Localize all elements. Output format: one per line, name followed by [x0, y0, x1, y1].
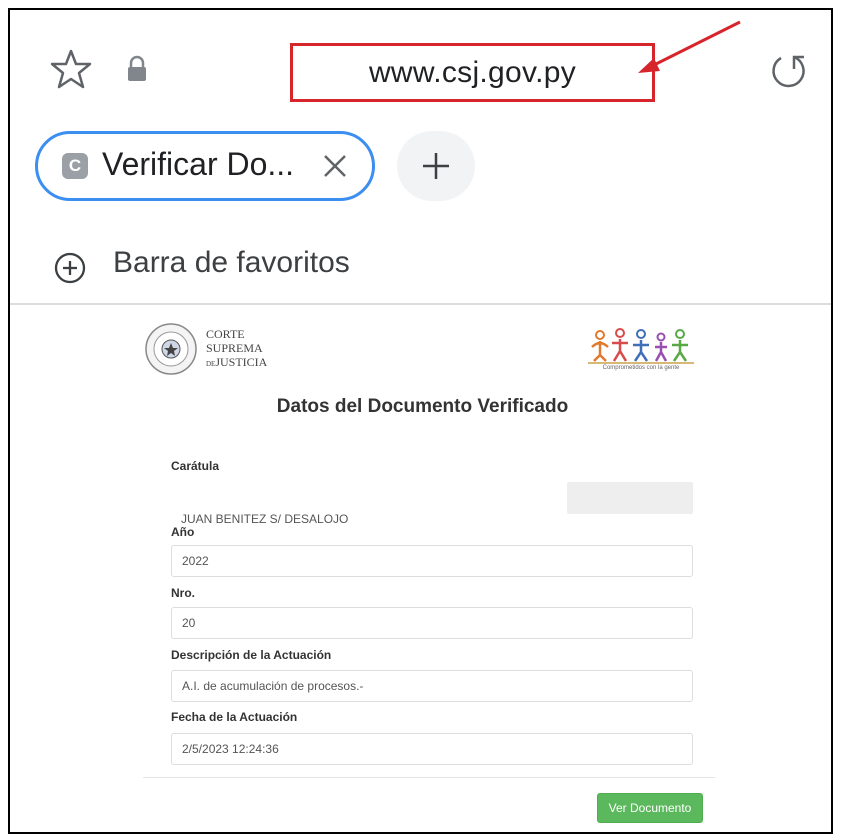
new-tab-button[interactable] [397, 131, 475, 201]
logo-line-de: DE [206, 360, 216, 368]
nro-field: 20 [171, 607, 693, 639]
close-icon[interactable] [321, 152, 349, 180]
logo-line-justicia: JUSTICIA [215, 355, 268, 369]
logo-line-suprema: SUPREMA [206, 341, 263, 355]
url-text: www.csj.gov.py [368, 55, 577, 89]
fecha-value: 2/5/2023 12:24:36 [182, 742, 279, 756]
descripcion-field: A.I. de acumulación de procesos.- [171, 670, 693, 702]
seal-icon [145, 323, 197, 375]
divider [10, 303, 831, 305]
ver-documento-button[interactable]: Ver Documento [597, 793, 703, 823]
bookmarks-bar-label[interactable]: Barra de favoritos [113, 246, 350, 280]
page-title: Datos del Documento Verificado [276, 396, 569, 417]
descripcion-label: Descripción de la Actuación [171, 648, 332, 662]
anio-value: 2022 [182, 554, 209, 568]
nro-value: 20 [182, 616, 196, 630]
descripcion-value: A.I. de acumulación de procesos.- [182, 679, 364, 693]
csj-logo: CORTE SUPREMA DEJUSTICIA [143, 320, 268, 378]
plus-icon [423, 153, 449, 179]
nro-label: Nro. [171, 586, 195, 600]
screenshot-frame: www.csj.gov.py C Verificar Do... Barra d… [8, 8, 833, 834]
tab-favicon-icon: C [62, 153, 88, 179]
fecha-field: 2/5/2023 12:24:36 [171, 733, 693, 765]
form-divider [143, 777, 715, 778]
star-icon[interactable] [50, 48, 92, 90]
reload-icon[interactable] [767, 50, 809, 92]
people-icon [588, 328, 694, 364]
logo-line-corte: CORTE [206, 327, 245, 341]
lock-icon[interactable] [123, 54, 151, 84]
people-logo: Comprometidos con la gente [586, 325, 696, 377]
caratula-value: JUAN BENITEZ S/ DESALOJO [181, 512, 349, 526]
anio-label: Año [171, 525, 195, 539]
tab-title: Verificar Do... [102, 146, 295, 182]
fecha-label: Fecha de la Actuación [171, 710, 298, 724]
logo-tagline: Comprometidos con la gente [602, 365, 680, 371]
add-circle-icon[interactable] [53, 251, 87, 285]
annotation-arrow [638, 20, 741, 73]
caratula-field [171, 482, 693, 514]
caratula-label: Carátula [171, 459, 220, 473]
anio-field: 2022 [171, 545, 693, 577]
address-bar[interactable]: www.csj.gov.py [290, 43, 655, 102]
